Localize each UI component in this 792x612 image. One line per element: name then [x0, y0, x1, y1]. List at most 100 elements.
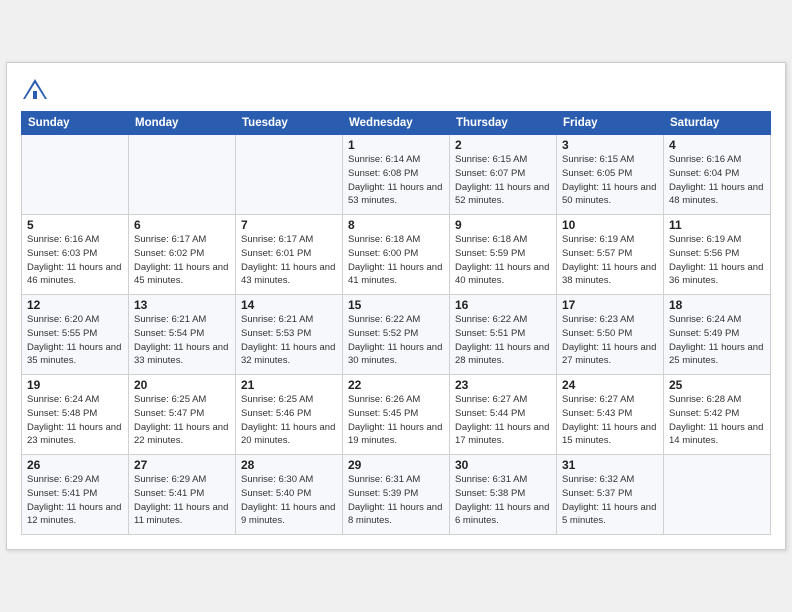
day-number: 11 — [669, 218, 765, 232]
day-number: 31 — [562, 458, 658, 472]
day-cell — [664, 455, 771, 535]
day-info: Sunrise: 6:18 AMSunset: 5:59 PMDaylight:… — [455, 233, 551, 288]
day-cell: 1Sunrise: 6:14 AMSunset: 6:08 PMDaylight… — [343, 135, 450, 215]
weekday-header: Tuesday — [236, 112, 343, 135]
day-info: Sunrise: 6:16 AMSunset: 6:04 PMDaylight:… — [669, 153, 765, 208]
week-row: 19Sunrise: 6:24 AMSunset: 5:48 PMDayligh… — [22, 375, 771, 455]
day-number: 23 — [455, 378, 551, 392]
day-number: 6 — [134, 218, 230, 232]
day-number: 12 — [27, 298, 123, 312]
day-number: 27 — [134, 458, 230, 472]
day-info: Sunrise: 6:15 AMSunset: 6:05 PMDaylight:… — [562, 153, 658, 208]
day-number: 28 — [241, 458, 337, 472]
day-cell: 18Sunrise: 6:24 AMSunset: 5:49 PMDayligh… — [664, 295, 771, 375]
calendar-container: SundayMondayTuesdayWednesdayThursdayFrid… — [6, 62, 786, 550]
day-cell: 23Sunrise: 6:27 AMSunset: 5:44 PMDayligh… — [450, 375, 557, 455]
day-cell: 9Sunrise: 6:18 AMSunset: 5:59 PMDaylight… — [450, 215, 557, 295]
day-info: Sunrise: 6:19 AMSunset: 5:56 PMDaylight:… — [669, 233, 765, 288]
day-info: Sunrise: 6:32 AMSunset: 5:37 PMDaylight:… — [562, 473, 658, 528]
day-cell: 19Sunrise: 6:24 AMSunset: 5:48 PMDayligh… — [22, 375, 129, 455]
day-cell: 16Sunrise: 6:22 AMSunset: 5:51 PMDayligh… — [450, 295, 557, 375]
day-cell: 15Sunrise: 6:22 AMSunset: 5:52 PMDayligh… — [343, 295, 450, 375]
day-number: 25 — [669, 378, 765, 392]
day-number: 8 — [348, 218, 444, 232]
calendar-body: 1Sunrise: 6:14 AMSunset: 6:08 PMDaylight… — [22, 135, 771, 535]
day-number: 4 — [669, 138, 765, 152]
weekday-header: Sunday — [22, 112, 129, 135]
day-info: Sunrise: 6:31 AMSunset: 5:39 PMDaylight:… — [348, 473, 444, 528]
day-cell: 5Sunrise: 6:16 AMSunset: 6:03 PMDaylight… — [22, 215, 129, 295]
day-cell: 13Sunrise: 6:21 AMSunset: 5:54 PMDayligh… — [129, 295, 236, 375]
logo-icon — [21, 77, 49, 105]
day-number: 19 — [27, 378, 123, 392]
day-number: 1 — [348, 138, 444, 152]
day-info: Sunrise: 6:22 AMSunset: 5:51 PMDaylight:… — [455, 313, 551, 368]
day-cell: 24Sunrise: 6:27 AMSunset: 5:43 PMDayligh… — [557, 375, 664, 455]
day-number: 22 — [348, 378, 444, 392]
weekday-header: Monday — [129, 112, 236, 135]
day-info: Sunrise: 6:23 AMSunset: 5:50 PMDaylight:… — [562, 313, 658, 368]
day-number: 21 — [241, 378, 337, 392]
day-number: 24 — [562, 378, 658, 392]
weekday-header: Friday — [557, 112, 664, 135]
day-info: Sunrise: 6:17 AMSunset: 6:01 PMDaylight:… — [241, 233, 337, 288]
day-info: Sunrise: 6:22 AMSunset: 5:52 PMDaylight:… — [348, 313, 444, 368]
logo — [21, 77, 53, 105]
day-number: 29 — [348, 458, 444, 472]
day-number: 16 — [455, 298, 551, 312]
header — [21, 73, 771, 105]
week-row: 12Sunrise: 6:20 AMSunset: 5:55 PMDayligh… — [22, 295, 771, 375]
day-number: 10 — [562, 218, 658, 232]
calendar-header: SundayMondayTuesdayWednesdayThursdayFrid… — [22, 112, 771, 135]
day-info: Sunrise: 6:30 AMSunset: 5:40 PMDaylight:… — [241, 473, 337, 528]
day-cell: 14Sunrise: 6:21 AMSunset: 5:53 PMDayligh… — [236, 295, 343, 375]
day-cell: 4Sunrise: 6:16 AMSunset: 6:04 PMDaylight… — [664, 135, 771, 215]
day-number: 18 — [669, 298, 765, 312]
day-info: Sunrise: 6:24 AMSunset: 5:49 PMDaylight:… — [669, 313, 765, 368]
day-info: Sunrise: 6:29 AMSunset: 5:41 PMDaylight:… — [27, 473, 123, 528]
day-number: 3 — [562, 138, 658, 152]
week-row: 1Sunrise: 6:14 AMSunset: 6:08 PMDaylight… — [22, 135, 771, 215]
day-info: Sunrise: 6:14 AMSunset: 6:08 PMDaylight:… — [348, 153, 444, 208]
day-info: Sunrise: 6:28 AMSunset: 5:42 PMDaylight:… — [669, 393, 765, 448]
day-cell — [22, 135, 129, 215]
day-info: Sunrise: 6:29 AMSunset: 5:41 PMDaylight:… — [134, 473, 230, 528]
day-cell: 2Sunrise: 6:15 AMSunset: 6:07 PMDaylight… — [450, 135, 557, 215]
day-info: Sunrise: 6:24 AMSunset: 5:48 PMDaylight:… — [27, 393, 123, 448]
day-number: 2 — [455, 138, 551, 152]
weekday-header: Thursday — [450, 112, 557, 135]
day-info: Sunrise: 6:27 AMSunset: 5:43 PMDaylight:… — [562, 393, 658, 448]
day-cell: 30Sunrise: 6:31 AMSunset: 5:38 PMDayligh… — [450, 455, 557, 535]
day-number: 14 — [241, 298, 337, 312]
day-cell: 6Sunrise: 6:17 AMSunset: 6:02 PMDaylight… — [129, 215, 236, 295]
day-info: Sunrise: 6:26 AMSunset: 5:45 PMDaylight:… — [348, 393, 444, 448]
day-info: Sunrise: 6:16 AMSunset: 6:03 PMDaylight:… — [27, 233, 123, 288]
day-number: 9 — [455, 218, 551, 232]
day-cell — [129, 135, 236, 215]
day-info: Sunrise: 6:19 AMSunset: 5:57 PMDaylight:… — [562, 233, 658, 288]
day-number: 15 — [348, 298, 444, 312]
day-cell: 25Sunrise: 6:28 AMSunset: 5:42 PMDayligh… — [664, 375, 771, 455]
day-number: 7 — [241, 218, 337, 232]
day-cell: 20Sunrise: 6:25 AMSunset: 5:47 PMDayligh… — [129, 375, 236, 455]
day-info: Sunrise: 6:17 AMSunset: 6:02 PMDaylight:… — [134, 233, 230, 288]
day-info: Sunrise: 6:15 AMSunset: 6:07 PMDaylight:… — [455, 153, 551, 208]
day-number: 30 — [455, 458, 551, 472]
weekday-header: Wednesday — [343, 112, 450, 135]
day-number: 5 — [27, 218, 123, 232]
day-info: Sunrise: 6:25 AMSunset: 5:46 PMDaylight:… — [241, 393, 337, 448]
day-info: Sunrise: 6:18 AMSunset: 6:00 PMDaylight:… — [348, 233, 444, 288]
day-number: 20 — [134, 378, 230, 392]
day-info: Sunrise: 6:25 AMSunset: 5:47 PMDaylight:… — [134, 393, 230, 448]
day-number: 17 — [562, 298, 658, 312]
day-cell — [236, 135, 343, 215]
day-info: Sunrise: 6:27 AMSunset: 5:44 PMDaylight:… — [455, 393, 551, 448]
day-cell: 21Sunrise: 6:25 AMSunset: 5:46 PMDayligh… — [236, 375, 343, 455]
day-cell: 31Sunrise: 6:32 AMSunset: 5:37 PMDayligh… — [557, 455, 664, 535]
weekday-header: Saturday — [664, 112, 771, 135]
day-info: Sunrise: 6:31 AMSunset: 5:38 PMDaylight:… — [455, 473, 551, 528]
week-row: 26Sunrise: 6:29 AMSunset: 5:41 PMDayligh… — [22, 455, 771, 535]
day-cell: 10Sunrise: 6:19 AMSunset: 5:57 PMDayligh… — [557, 215, 664, 295]
day-number: 26 — [27, 458, 123, 472]
week-row: 5Sunrise: 6:16 AMSunset: 6:03 PMDaylight… — [22, 215, 771, 295]
